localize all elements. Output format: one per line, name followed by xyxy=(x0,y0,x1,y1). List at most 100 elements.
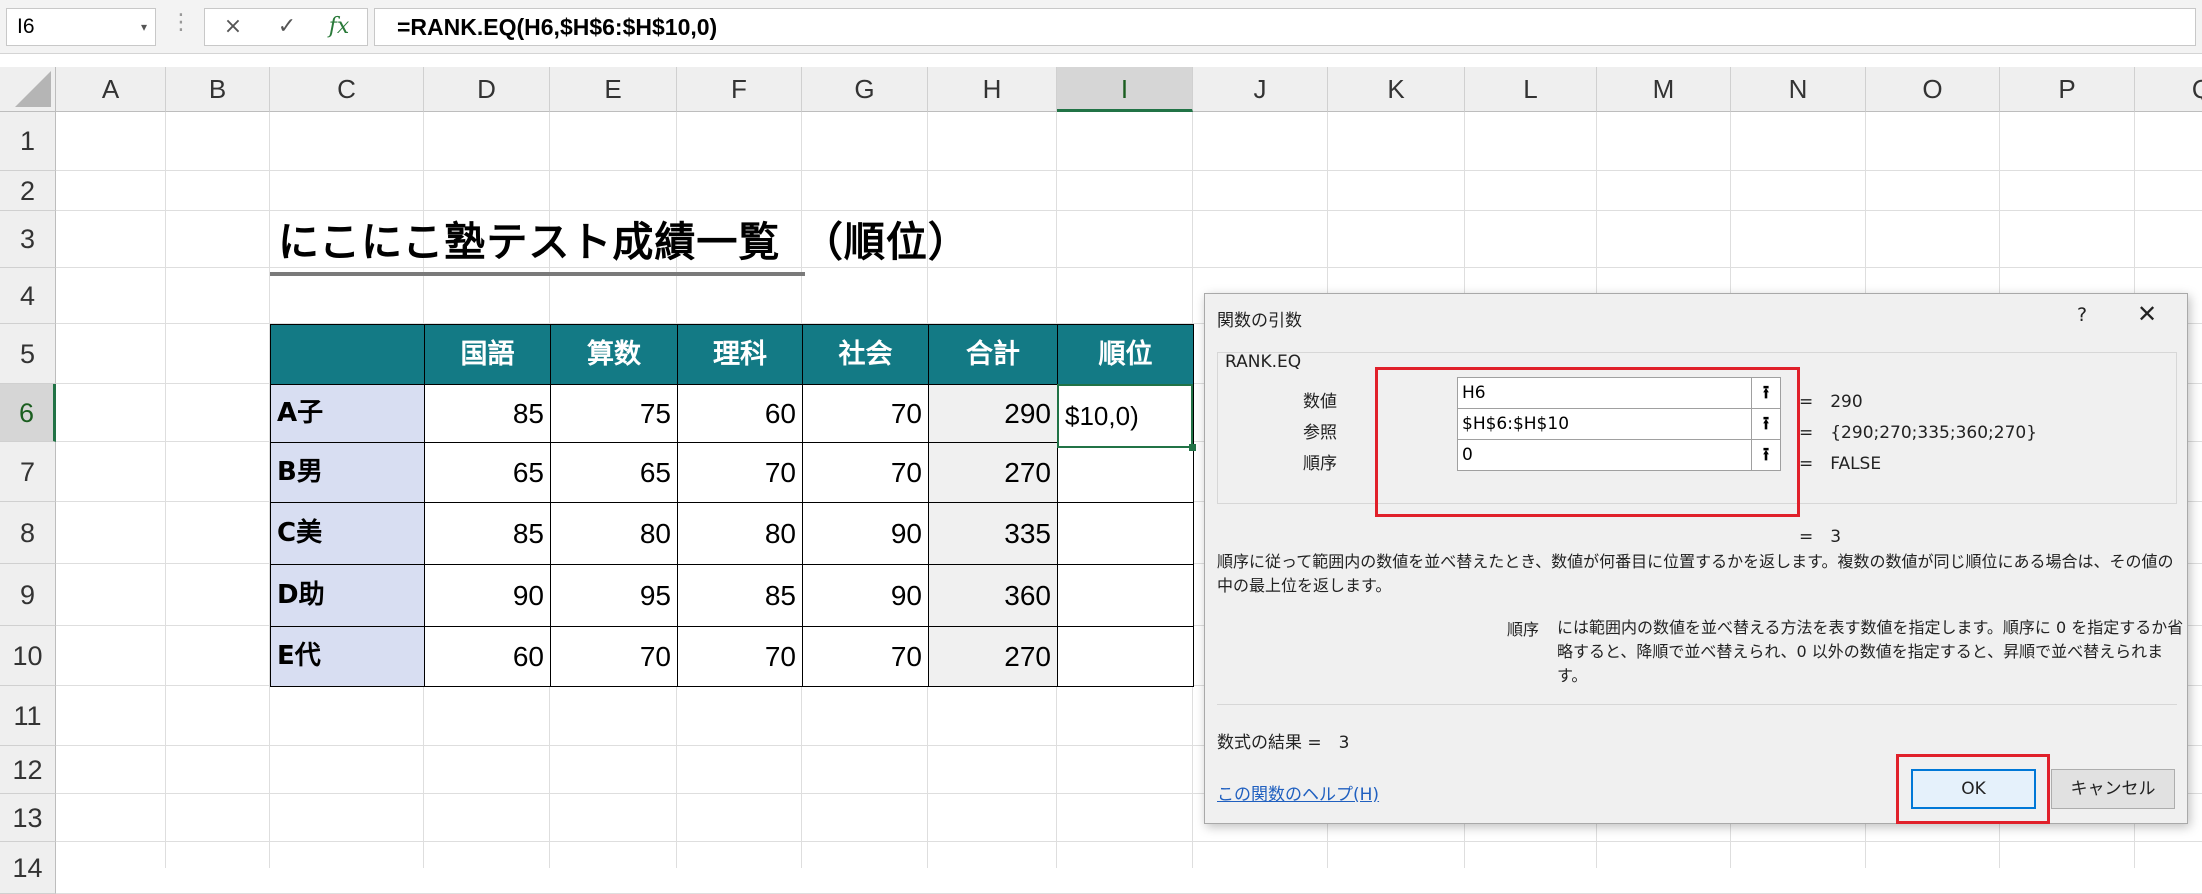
column-header-c[interactable]: C xyxy=(270,67,424,112)
score-cell[interactable]: 70 xyxy=(802,626,929,687)
row-header-11[interactable]: 11 xyxy=(0,686,56,746)
help-icon[interactable]: ? xyxy=(2077,304,2087,326)
arg-label-number: 数値 xyxy=(1303,392,1337,412)
active-cell[interactable]: $10,0) xyxy=(1057,384,1196,451)
total-cell[interactable]: 270 xyxy=(928,626,1058,687)
student-name[interactable]: B男 xyxy=(270,442,425,503)
name-box[interactable]: I6 ▾ xyxy=(6,8,156,46)
total-cell[interactable]: 360 xyxy=(928,564,1058,627)
score-cell[interactable]: 70 xyxy=(802,384,929,443)
column-header-i[interactable]: I xyxy=(1057,67,1193,112)
score-cell[interactable]: 90 xyxy=(802,564,929,627)
separator xyxy=(1217,704,2177,705)
select-all-icon xyxy=(15,71,51,107)
student-name[interactable]: A子 xyxy=(270,384,425,443)
rank-cell[interactable] xyxy=(1057,502,1194,565)
column-header-l[interactable]: L xyxy=(1465,67,1597,112)
function-arguments-dialog: 関数の引数 ? ✕ RANK.EQ 数値 H6 ⭱ = 290 参照 $H$6:… xyxy=(1204,293,2188,824)
score-cell[interactable]: 70 xyxy=(677,626,803,687)
score-cell[interactable]: 65 xyxy=(424,442,551,503)
row-header-8[interactable]: 8 xyxy=(0,502,56,564)
fill-handle[interactable] xyxy=(1189,444,1196,451)
column-header-g[interactable]: G xyxy=(802,67,928,112)
score-cell[interactable]: 65 xyxy=(550,442,678,503)
title-underline xyxy=(270,272,805,276)
close-icon[interactable]: ✕ xyxy=(2137,300,2157,328)
table-header[interactable]: 合計 xyxy=(928,324,1058,385)
arg-label-ref: 参照 xyxy=(1303,423,1337,443)
chevron-down-icon[interactable]: ▾ xyxy=(141,9,147,45)
row-header-3[interactable]: 3 xyxy=(0,211,56,268)
table-header[interactable]: 社会 xyxy=(802,324,929,385)
column-header-o[interactable]: O xyxy=(1866,67,2000,112)
score-cell[interactable]: 70 xyxy=(677,442,803,503)
column-header-h[interactable]: H xyxy=(928,67,1057,112)
table-header-corner[interactable] xyxy=(270,324,425,385)
cancel-icon[interactable]: × xyxy=(207,9,259,45)
row-header-9[interactable]: 9 xyxy=(0,564,56,626)
column-header-k[interactable]: K xyxy=(1328,67,1465,112)
score-cell[interactable]: 85 xyxy=(424,502,551,565)
function-name: RANK.EQ xyxy=(1225,352,1302,372)
arg-description: には範囲内の数値を並べ替える方法を表す数値を指定します。順序に 0 を指定するか… xyxy=(1557,618,2184,685)
column-header-j[interactable]: J xyxy=(1193,67,1328,112)
rank-cell[interactable] xyxy=(1057,442,1194,503)
row-header-10[interactable]: 10 xyxy=(0,626,56,686)
row-header-5[interactable]: 5 xyxy=(0,324,56,384)
column-header-m[interactable]: M xyxy=(1597,67,1731,112)
row-header-1[interactable]: 1 xyxy=(0,112,56,171)
function-help-link[interactable]: この関数のヘルプ(H) xyxy=(1217,780,1379,805)
row-header-14[interactable]: 14 xyxy=(0,842,56,894)
column-header-q[interactable]: Q xyxy=(2135,67,2202,112)
table-header[interactable]: 理科 xyxy=(677,324,803,385)
gridline xyxy=(56,170,2202,171)
overall-result: = 3 xyxy=(1799,527,1842,547)
student-name[interactable]: E代 xyxy=(270,626,425,687)
score-cell[interactable]: 70 xyxy=(802,442,929,503)
row-header-4[interactable]: 4 xyxy=(0,268,56,324)
total-cell[interactable]: 270 xyxy=(928,442,1058,503)
row-header-6[interactable]: 6 xyxy=(0,384,56,442)
column-header-n[interactable]: N xyxy=(1731,67,1866,112)
row-header-7[interactable]: 7 xyxy=(0,442,56,502)
table-header[interactable]: 国語 xyxy=(424,324,551,385)
column-header-f[interactable]: F xyxy=(677,67,802,112)
sheet-title[interactable]: にこにこ塾テスト成績一覧 （順位） xyxy=(278,208,970,268)
total-cell[interactable]: 335 xyxy=(928,502,1058,565)
table-header[interactable]: 算数 xyxy=(550,324,678,385)
insert-function-icon[interactable]: fx xyxy=(313,9,365,45)
row-header-13[interactable]: 13 xyxy=(0,794,56,842)
score-cell[interactable]: 90 xyxy=(424,564,551,627)
active-cell-text: $10,0) xyxy=(1065,401,1139,431)
gridline xyxy=(56,841,2202,842)
score-cell[interactable]: 85 xyxy=(424,384,551,443)
column-header-a[interactable]: A xyxy=(56,67,166,112)
score-cell[interactable]: 60 xyxy=(677,384,803,443)
score-cell[interactable]: 95 xyxy=(550,564,678,627)
score-cell[interactable]: 90 xyxy=(802,502,929,565)
column-header-d[interactable]: D xyxy=(424,67,550,112)
student-name[interactable]: C美 xyxy=(270,502,425,565)
column-header-e[interactable]: E xyxy=(550,67,677,112)
select-all-button[interactable] xyxy=(0,67,56,112)
total-cell[interactable]: 290 xyxy=(928,384,1058,443)
score-cell[interactable]: 75 xyxy=(550,384,678,443)
row-header-12[interactable]: 12 xyxy=(0,746,56,794)
formula-input[interactable]: =RANK.EQ(H6,$H$6:$H$10,0) xyxy=(374,8,2196,46)
drag-handle-icon[interactable]: ⋮ xyxy=(170,10,192,35)
column-header-p[interactable]: P xyxy=(2000,67,2135,112)
rank-cell[interactable] xyxy=(1057,564,1194,627)
cancel-button[interactable]: キャンセル xyxy=(2051,769,2175,809)
arg-result-ref: = {290;270;335;360;270} xyxy=(1799,423,2038,443)
column-header-b[interactable]: B xyxy=(166,67,270,112)
table-header[interactable]: 順位 xyxy=(1057,324,1194,385)
score-cell[interactable]: 80 xyxy=(677,502,803,565)
student-name[interactable]: D助 xyxy=(270,564,425,627)
rank-cell[interactable] xyxy=(1057,626,1194,687)
score-cell[interactable]: 60 xyxy=(424,626,551,687)
enter-icon[interactable]: ✓ xyxy=(261,9,313,45)
score-cell[interactable]: 85 xyxy=(677,564,803,627)
row-header-2[interactable]: 2 xyxy=(0,171,56,211)
score-cell[interactable]: 80 xyxy=(550,502,678,565)
score-cell[interactable]: 70 xyxy=(550,626,678,687)
